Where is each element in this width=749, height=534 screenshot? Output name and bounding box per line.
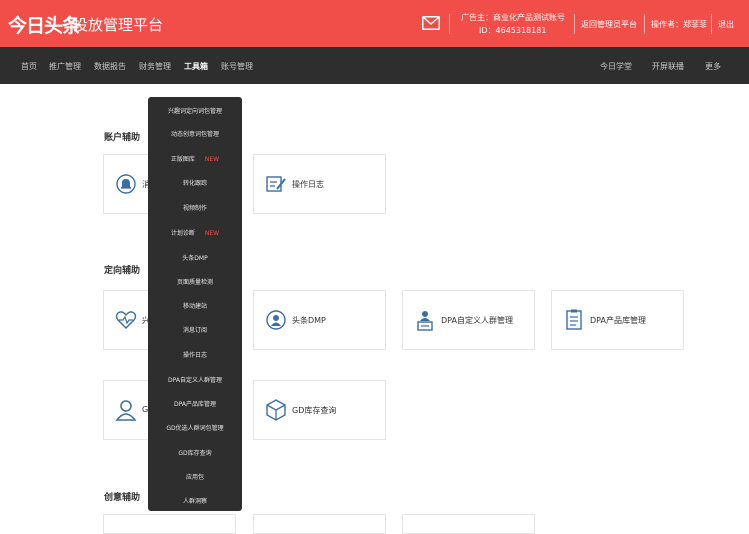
menu-item-audience-insight[interactable]: 人群洞察 xyxy=(148,496,242,505)
tool-card-label: 操作日志 xyxy=(292,180,324,189)
menu-item-gd-inventory[interactable]: GD库存查询 xyxy=(148,448,242,457)
tool-card-dpa-audience[interactable]: DPA自定义人群管理 xyxy=(402,290,535,350)
nav-reports[interactable]: 数据报告 xyxy=(94,61,126,72)
menu-item-label: 页面质量检测 xyxy=(176,279,213,286)
menu-item-label: 消息订阅 xyxy=(182,327,207,334)
menu-item-label: GD优选人群词包管理 xyxy=(166,425,224,432)
menu-item-operation-log[interactable]: 操作日志 xyxy=(148,350,242,359)
menu-item-dpa-product-library[interactable]: DPA产品库管理 xyxy=(148,399,242,408)
menu-item-label: 应用包 xyxy=(185,474,204,481)
menu-item-label: 计划诊断 xyxy=(170,230,195,237)
menu-item-label: 正版图库 xyxy=(170,156,195,163)
menu-item-label: 移动建站 xyxy=(182,303,207,310)
nav-splash-broadcast[interactable]: 开屏联播 xyxy=(652,61,684,72)
menu-item-dynamic-creative[interactable]: 动态创意词包管理 xyxy=(148,129,242,138)
main-nav: 首页 推广管理 数据报告 财务管理 工具箱 账号管理 今日学堂 开屏联播 更多 xyxy=(0,47,749,84)
menu-item-stock-images[interactable]: 正版图库 NEW xyxy=(148,154,242,163)
menu-item-dpa-audience[interactable]: DPA自定义人群管理 xyxy=(148,375,242,384)
menu-item-conversion-tracking[interactable]: 转化跟踪 xyxy=(148,178,242,187)
menu-item-label: 视频制作 xyxy=(182,205,207,212)
tool-card-partial[interactable] xyxy=(402,514,535,534)
tool-card-toutiao-dmp[interactable]: 头条DMP xyxy=(253,290,386,350)
user-group-icon xyxy=(417,311,433,331)
advertiser-id: ID：4645318181 xyxy=(479,26,547,35)
user-icon xyxy=(115,400,137,421)
app-logo[interactable]: 今日头条 xyxy=(8,11,81,38)
tool-card-partial[interactable] xyxy=(253,514,386,534)
user-badge-icon xyxy=(266,310,286,330)
section-title-targeting: 定向辅助 xyxy=(104,266,141,276)
menu-item-message-subscription[interactable]: 消息订阅 xyxy=(148,325,242,334)
menu-item-app-package[interactable]: 应用包 xyxy=(148,472,242,481)
menu-item-interest-keyword[interactable]: 兴趣词定向词包管理 xyxy=(148,106,242,115)
mail-icon[interactable] xyxy=(422,16,440,30)
divider xyxy=(711,14,712,34)
menu-item-page-quality[interactable]: 页面质量检测 xyxy=(148,277,242,286)
nav-promotion[interactable]: 推广管理 xyxy=(49,61,81,72)
app-subtitle: 投放管理平台 xyxy=(73,16,164,34)
tool-card-gd-inventory[interactable]: GD库存查询 xyxy=(253,380,386,440)
heart-pulse-icon xyxy=(115,311,137,329)
menu-item-label: 转化跟踪 xyxy=(182,180,207,187)
menu-item-gd-audience[interactable]: GD优选人群词包管理 xyxy=(148,423,242,432)
section-title-creative: 创意辅助 xyxy=(104,493,141,503)
tool-card-partial[interactable] xyxy=(103,514,236,534)
advertiser-name: 广告主：商业化产品测试账号 xyxy=(461,13,565,22)
nav-toolbox[interactable]: 工具箱 xyxy=(184,61,208,72)
tool-card-operation-log[interactable]: 操作日志 xyxy=(253,154,386,214)
menu-item-label: 人群洞察 xyxy=(182,498,207,505)
tool-card-label: DPA自定义人群管理 xyxy=(441,316,513,325)
nav-home[interactable]: 首页 xyxy=(21,61,37,72)
new-badge: NEW xyxy=(204,156,220,163)
menu-item-toutiao-dmp[interactable]: 头条DMP xyxy=(148,253,242,262)
new-badge: NEW xyxy=(204,230,220,237)
tool-card-dpa-product-library[interactable]: DPA产品库管理 xyxy=(551,290,684,350)
divider xyxy=(449,14,450,34)
top-header: 今日头条 投放管理平台 广告主：商业化产品测试账号 ID：4645318181 … xyxy=(0,0,749,47)
nav-account[interactable]: 账号管理 xyxy=(221,61,253,72)
menu-item-video-production[interactable]: 视频制作 xyxy=(148,203,242,212)
section-title-account: 账户辅助 xyxy=(104,133,141,143)
menu-item-label: DPA自定义人群管理 xyxy=(168,377,222,384)
bell-icon xyxy=(116,174,136,194)
menu-item-label: 操作日志 xyxy=(182,352,207,359)
menu-item-label: 头条DMP xyxy=(182,255,208,262)
divider xyxy=(574,14,575,34)
operator-label: 操作者：郑菲菲 xyxy=(651,20,707,29)
logout-link[interactable]: 退出 xyxy=(718,19,734,30)
box-icon xyxy=(266,399,286,421)
edit-log-icon xyxy=(266,176,286,192)
menu-item-label: 动态创意词包管理 xyxy=(170,131,219,138)
document-icon xyxy=(566,309,582,330)
tool-card-label: GD库存查询 xyxy=(292,406,337,415)
menu-item-label: GD库存查询 xyxy=(178,450,212,457)
toolbox-dropdown-menu: 兴趣词定向词包管理 动态创意词包管理 正版图库 NEW 转化跟踪 视频制作 计划诊… xyxy=(148,97,242,511)
nav-finance[interactable]: 财务管理 xyxy=(139,61,171,72)
divider xyxy=(644,14,645,34)
tool-card-label: 头条DMP xyxy=(292,316,326,325)
tool-card-label: DPA产品库管理 xyxy=(590,316,646,325)
menu-item-mobile-site[interactable]: 移动建站 xyxy=(148,301,242,310)
menu-item-plan-diagnosis[interactable]: 计划诊断 NEW xyxy=(148,228,242,237)
back-to-admin-link[interactable]: 返回管理员平台 xyxy=(581,19,637,30)
nav-academy[interactable]: 今日学堂 xyxy=(600,61,632,72)
menu-item-label: DPA产品库管理 xyxy=(174,401,216,408)
menu-item-label: 兴趣词定向词包管理 xyxy=(167,108,222,115)
nav-more[interactable]: 更多 xyxy=(705,61,721,72)
